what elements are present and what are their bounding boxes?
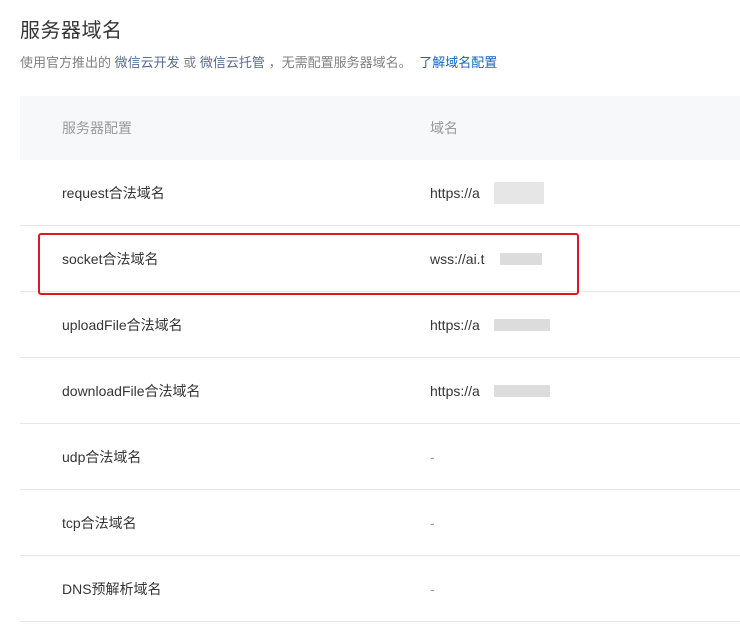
row-value: - xyxy=(430,448,435,465)
table-row: downloadFile合法域名 https://a xyxy=(20,358,740,424)
table-row: uploadFile合法域名 https://a xyxy=(20,292,740,358)
learn-domain-config-link[interactable]: 了解域名配置 xyxy=(419,55,497,70)
row-label: uploadFile合法域名 xyxy=(62,316,183,333)
row-value-text: wss://ai.t xyxy=(430,250,485,267)
row-value: https://a xyxy=(430,185,480,201)
row-label: DNS预解析域名 xyxy=(62,580,162,597)
row-value: - xyxy=(430,514,435,531)
row-value: wss://ai.t xyxy=(430,251,484,267)
table-row: DNS预解析域名 - xyxy=(20,556,740,622)
row-value-text: https://a xyxy=(430,316,480,333)
row-value-text: https://a xyxy=(430,382,480,399)
redacted-mask xyxy=(494,384,550,397)
row-value: https://a xyxy=(430,383,480,399)
row-label: downloadFile合法域名 xyxy=(62,382,201,399)
table-row: tcp合法域名 - xyxy=(20,490,740,556)
row-value: https://a xyxy=(430,317,480,333)
row-label: tcp合法域名 xyxy=(62,514,137,531)
row-value-text: https://a xyxy=(430,184,480,201)
cloud-hosting-link[interactable]: 微信云托管 xyxy=(200,55,265,70)
header-domain: 域名 xyxy=(430,120,458,136)
header-server-config: 服务器配置 xyxy=(62,120,132,136)
cloud-dev-link[interactable]: 微信云开发 xyxy=(115,55,180,70)
table-row: request合法域名 https://a xyxy=(20,160,740,226)
row-label: socket合法域名 xyxy=(62,250,159,267)
server-domain-table: 服务器配置 域名 request合法域名 https://a socket合法域… xyxy=(20,96,740,622)
page-title: 服务器域名 xyxy=(20,20,123,42)
desc-or: 或 xyxy=(183,55,197,70)
row-value: - xyxy=(430,580,435,597)
row-label: request合法域名 xyxy=(62,184,165,201)
table-row: socket合法域名 wss://ai.t xyxy=(20,226,740,292)
row-label: udp合法域名 xyxy=(62,448,142,465)
redacted-mask xyxy=(494,318,550,331)
page-description: 使用官方推出的 微信云开发 或 微信云托管 ，无需配置服务器域名。 了解域名配置 xyxy=(20,52,497,71)
table-header: 服务器配置 域名 xyxy=(20,96,740,160)
table-row: udp合法域名 - xyxy=(20,424,740,490)
redacted-mask xyxy=(500,252,542,265)
desc-prefix: 使用官方推出的 xyxy=(20,55,112,70)
desc-suffix: ，无需配置服务器域名。 xyxy=(268,55,412,70)
redacted-mask xyxy=(494,181,544,204)
